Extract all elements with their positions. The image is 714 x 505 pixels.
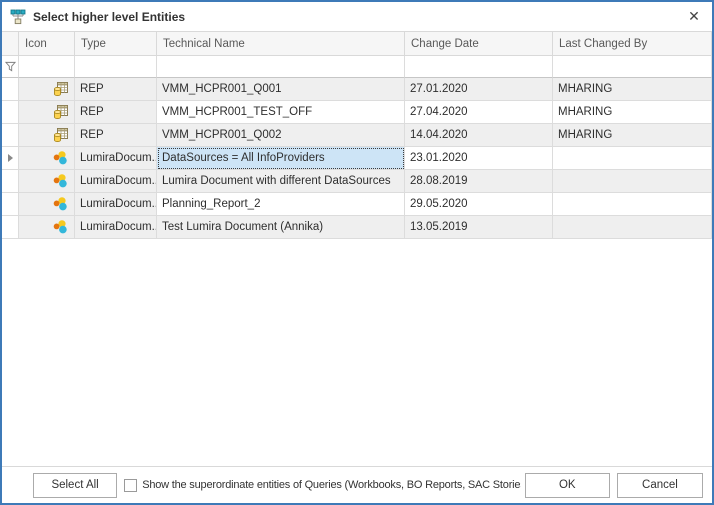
- cell-type[interactable]: REP: [75, 78, 157, 101]
- grid-body: REP VMM_HCPR001_Q001 27.01.2020 MHARING …: [2, 78, 712, 239]
- cell-technical-name[interactable]: Test Lumira Document (Annika): [157, 216, 405, 239]
- column-header-last-changed-by[interactable]: Last Changed By: [553, 32, 712, 56]
- cell-technical-name[interactable]: VMM_HCPR001_Q001: [157, 78, 405, 101]
- rep-icon: [53, 127, 69, 143]
- row-indicator[interactable]: [2, 101, 19, 124]
- dialog: { "window": { "title": "Select higher le…: [0, 0, 714, 505]
- lumira-icon: [53, 150, 69, 166]
- cell-icon[interactable]: [19, 216, 75, 239]
- table-row[interactable]: REP VMM_HCPR001_TEST_OFF 27.04.2020 MHAR…: [2, 101, 712, 124]
- entities-grid: Icon Type Technical Name Change Date Las…: [2, 32, 712, 466]
- lumira-icon: [53, 173, 69, 189]
- row-indicator[interactable]: [2, 147, 19, 170]
- row-indicator[interactable]: [2, 78, 19, 101]
- cell-last-changed-by[interactable]: [553, 193, 712, 216]
- grid-filter-row: [2, 56, 712, 78]
- row-indicator[interactable]: [2, 170, 19, 193]
- filter-cell-change-date[interactable]: [405, 56, 553, 78]
- superordinate-checkbox-label[interactable]: Show the superordinate entities of Queri…: [142, 479, 521, 491]
- cell-change-date[interactable]: 29.05.2020: [405, 193, 553, 216]
- funnel-icon: [5, 61, 16, 72]
- table-row[interactable]: REP VMM_HCPR001_Q002 14.04.2020 MHARING: [2, 124, 712, 147]
- cell-icon[interactable]: [19, 170, 75, 193]
- footer-bar: Select All Show the superordinate entiti…: [2, 466, 712, 503]
- rep-icon: [53, 104, 69, 120]
- cell-change-date[interactable]: 13.05.2019: [405, 216, 553, 239]
- table-row[interactable]: LumiraDocum... Lumira Document with diff…: [2, 170, 712, 193]
- ok-button[interactable]: OK: [525, 473, 610, 498]
- filter-cell-icon[interactable]: [19, 56, 75, 78]
- row-indicator[interactable]: [2, 216, 19, 239]
- cell-change-date[interactable]: 27.04.2020: [405, 101, 553, 124]
- rep-icon: [53, 81, 69, 97]
- cell-change-date[interactable]: 28.08.2019: [405, 170, 553, 193]
- cancel-button[interactable]: Cancel: [617, 473, 703, 498]
- cell-type[interactable]: LumiraDocum...: [75, 193, 157, 216]
- row-indicator[interactable]: [2, 124, 19, 147]
- row-focus-arrow: [8, 154, 13, 162]
- lumira-icon: [53, 196, 69, 212]
- grid-header: Icon Type Technical Name Change Date Las…: [2, 32, 712, 56]
- cell-type[interactable]: LumiraDocum...: [75, 147, 157, 170]
- cell-technical-name[interactable]: VMM_HCPR001_TEST_OFF: [157, 101, 405, 124]
- cell-type[interactable]: REP: [75, 124, 157, 147]
- cell-icon[interactable]: [19, 78, 75, 101]
- dialog-title: Select higher level Entities: [33, 10, 185, 24]
- cell-last-changed-by[interactable]: MHARING: [553, 101, 712, 124]
- cell-last-changed-by[interactable]: MHARING: [553, 78, 712, 101]
- cell-technical-name[interactable]: Planning_Report_2: [157, 193, 405, 216]
- cell-change-date[interactable]: 14.04.2020: [405, 124, 553, 147]
- row-indicator[interactable]: [2, 193, 19, 216]
- table-row[interactable]: LumiraDocum... DataSources = All InfoPro…: [2, 147, 712, 170]
- filter-cell-last-changed-by[interactable]: [553, 56, 712, 78]
- cell-icon[interactable]: [19, 124, 75, 147]
- table-row[interactable]: LumiraDocum... Test Lumira Document (Ann…: [2, 216, 712, 239]
- table-row[interactable]: LumiraDocum... Planning_Report_2 29.05.2…: [2, 193, 712, 216]
- cell-change-date[interactable]: 23.01.2020: [405, 147, 553, 170]
- column-header-type[interactable]: Type: [75, 32, 157, 56]
- cell-icon[interactable]: [19, 193, 75, 216]
- cell-type[interactable]: REP: [75, 101, 157, 124]
- cell-last-changed-by[interactable]: MHARING: [553, 124, 712, 147]
- cell-change-date[interactable]: 27.01.2020: [405, 78, 553, 101]
- hierarchy-icon: [10, 9, 26, 25]
- cell-technical-name[interactable]: VMM_HCPR001_Q002: [157, 124, 405, 147]
- cell-icon[interactable]: [19, 101, 75, 124]
- close-icon: ✕: [688, 8, 700, 25]
- filter-cell-technical-name[interactable]: [157, 56, 405, 78]
- cell-icon[interactable]: [19, 147, 75, 170]
- superordinate-checkbox[interactable]: [124, 479, 137, 492]
- column-header-technical-name[interactable]: Technical Name: [157, 32, 405, 56]
- cell-last-changed-by[interactable]: [553, 147, 712, 170]
- filter-row-indicator: [2, 56, 19, 78]
- close-button[interactable]: ✕: [676, 2, 712, 31]
- column-header-change-date[interactable]: Change Date: [405, 32, 553, 56]
- cell-type[interactable]: LumiraDocum...: [75, 170, 157, 193]
- cell-technical-name[interactable]: DataSources = All InfoProviders: [157, 147, 405, 170]
- title-bar: Select higher level Entities ✕: [2, 2, 712, 32]
- lumira-icon: [53, 219, 69, 235]
- column-header-indicator: [2, 32, 19, 56]
- cell-last-changed-by[interactable]: [553, 170, 712, 193]
- cell-last-changed-by[interactable]: [553, 216, 712, 239]
- cell-type[interactable]: LumiraDocum...: [75, 216, 157, 239]
- filter-cell-type[interactable]: [75, 56, 157, 78]
- select-all-button[interactable]: Select All: [33, 473, 117, 498]
- cell-technical-name[interactable]: Lumira Document with different DataSourc…: [157, 170, 405, 193]
- column-header-icon[interactable]: Icon: [19, 32, 75, 56]
- table-row[interactable]: REP VMM_HCPR001_Q001 27.01.2020 MHARING: [2, 78, 712, 101]
